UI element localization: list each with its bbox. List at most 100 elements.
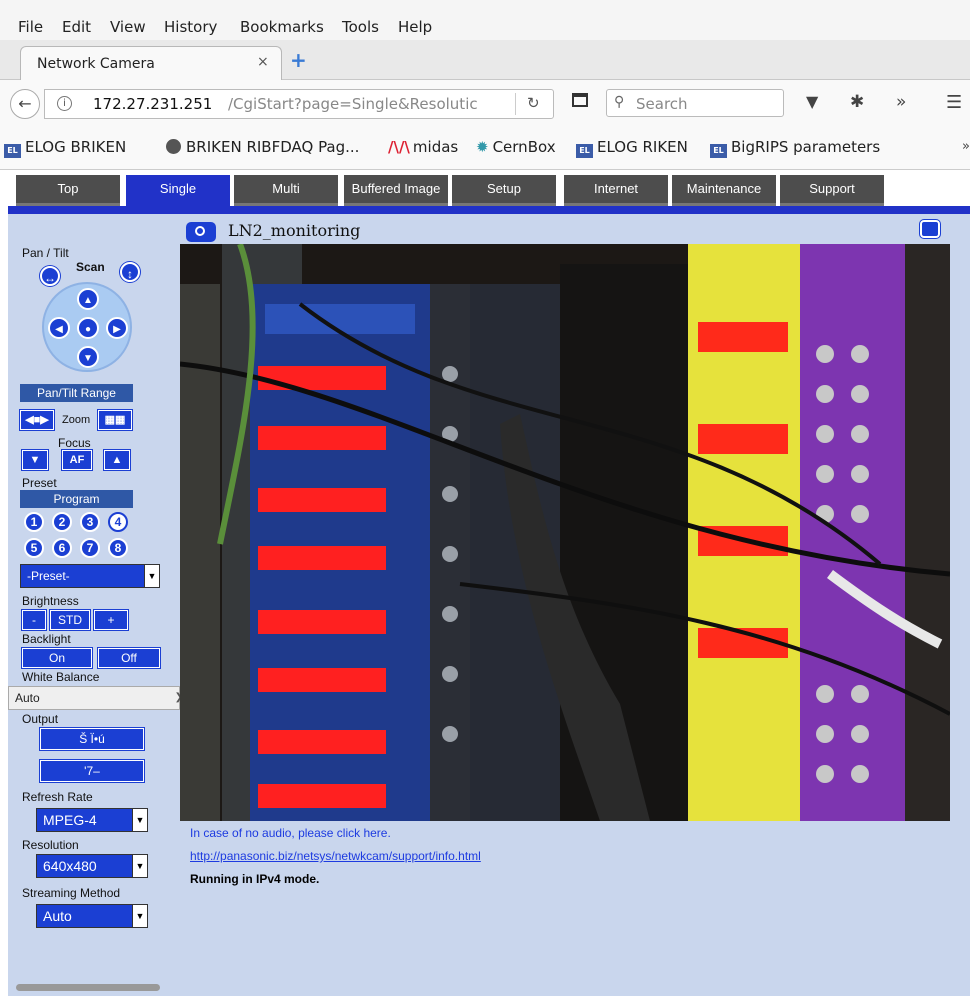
preset-6-button[interactable]: 6 bbox=[52, 538, 72, 558]
chevron-down-icon: ▼ bbox=[132, 809, 147, 831]
brightness-minus-button[interactable]: - bbox=[21, 609, 47, 631]
backlight-on-button[interactable]: On bbox=[21, 647, 93, 669]
white-balance-select[interactable]: Auto ❯ bbox=[8, 686, 183, 710]
tab-internet[interactable]: Internet bbox=[564, 175, 668, 206]
tab-multi[interactable]: Multi bbox=[234, 175, 338, 206]
focus-near-icon[interactable]: ▼ bbox=[21, 449, 49, 471]
zoom-wide-icon[interactable]: ◀■▶ bbox=[19, 409, 55, 431]
preset-1-button[interactable]: 1 bbox=[24, 512, 44, 532]
resolution-select[interactable]: 640x480 ▼ bbox=[36, 854, 148, 878]
program-button[interactable]: Program bbox=[20, 490, 133, 508]
menu-tools[interactable]: Tools bbox=[342, 18, 379, 36]
reload-icon[interactable]: ↻ bbox=[527, 94, 540, 112]
scan-horizontal-icon[interactable]: ↔ bbox=[40, 266, 60, 286]
refresh-rate-select[interactable]: MPEG-4 ▼ bbox=[36, 808, 148, 832]
tab-top[interactable]: Top bbox=[16, 175, 120, 206]
focus-far-icon[interactable]: ▲ bbox=[103, 449, 131, 471]
autofocus-button[interactable]: AF bbox=[61, 449, 93, 471]
home-position-icon[interactable]: ● bbox=[77, 317, 99, 339]
fullscreen-icon[interactable] bbox=[919, 219, 941, 239]
camera-live-image[interactable] bbox=[180, 244, 950, 821]
preset-8-button[interactable]: 8 bbox=[108, 538, 128, 558]
preset-2-button[interactable]: 2 bbox=[52, 512, 72, 532]
page-links: In case of no audio, please click here. … bbox=[190, 826, 481, 895]
info-icon[interactable]: i bbox=[57, 96, 72, 111]
preset-5-button[interactable]: 5 bbox=[24, 538, 44, 558]
pan-tilt-label: Pan / Tilt bbox=[22, 246, 69, 260]
output-label: Output bbox=[22, 712, 59, 726]
pocket-icon[interactable]: ▼ bbox=[806, 92, 818, 111]
zoom-tele-icon[interactable]: ▦▦ bbox=[97, 409, 133, 431]
horizontal-scrollbar[interactable] bbox=[16, 984, 160, 991]
browser-tab[interactable]: Network Camera × bbox=[20, 46, 282, 81]
tilt-down-icon[interactable]: ▼ bbox=[77, 346, 99, 368]
close-icon[interactable]: × bbox=[257, 54, 269, 70]
elog-icon: EL bbox=[576, 144, 593, 158]
pan-tilt-range-button[interactable]: Pan/Tilt Range bbox=[20, 384, 133, 402]
main-content: Pan / Tilt Scan ↔ ↕ ▲ ◀ ● ▶ ▼ Pan/Tilt R… bbox=[8, 214, 970, 996]
tab-support[interactable]: Support bbox=[780, 175, 884, 206]
zoom-label: Zoom bbox=[62, 414, 91, 426]
back-arrow-icon[interactable]: ← bbox=[10, 89, 40, 119]
audio-help-link[interactable]: In case of no audio, please click here. bbox=[190, 826, 481, 840]
menu-bar: File Edit View History Bookmarks Tools H… bbox=[0, 0, 970, 40]
output-button-1[interactable]: Š Ï•ú bbox=[39, 727, 145, 751]
support-link[interactable]: http://panasonic.biz/netsys/netwkcam/sup… bbox=[190, 849, 481, 863]
preset-select[interactable]: -Preset- ▼ bbox=[20, 564, 160, 588]
search-input[interactable]: ⚲ Search bbox=[606, 89, 784, 117]
menu-edit[interactable]: Edit bbox=[62, 18, 91, 36]
url-bar[interactable]: i 172.27.231.251 /CgiStart?page=Single&R… bbox=[44, 89, 554, 119]
bookmark-briken-ribfdaq[interactable]: BRIKEN RIBFDAQ Pag... bbox=[166, 138, 359, 156]
bookmark-label: CernBox bbox=[492, 138, 556, 156]
scan-vertical-icon[interactable]: ↕ bbox=[120, 262, 140, 282]
bookmark-cernbox[interactable]: ✹ CernBox bbox=[476, 138, 556, 156]
tab-setup[interactable]: Setup bbox=[452, 175, 556, 206]
ipv4-status-text: Running in IPv4 mode. bbox=[190, 872, 320, 886]
menu-bookmarks[interactable]: Bookmarks bbox=[240, 18, 324, 36]
elog-icon: EL bbox=[710, 144, 727, 158]
bookmark-midas[interactable]: /\/\ midas bbox=[388, 138, 458, 156]
preset-4-button[interactable]: 4 bbox=[108, 512, 128, 532]
navigation-bar: ← i 172.27.231.251 /CgiStart?page=Single… bbox=[0, 80, 970, 126]
gear-icon[interactable]: ✱ bbox=[850, 92, 864, 112]
cernbox-icon: ✹ bbox=[476, 138, 489, 156]
new-tab-icon[interactable]: + bbox=[290, 48, 307, 72]
tilt-up-icon[interactable]: ▲ bbox=[77, 288, 99, 310]
bookmark-elog-riken[interactable]: EL ELOG RIKEN bbox=[576, 138, 688, 158]
tab-strip: Network Camera × bbox=[0, 40, 970, 81]
overflow-chevron-icon[interactable]: » bbox=[896, 92, 906, 112]
tab-buffered-image[interactable]: Buffered Image bbox=[344, 175, 448, 206]
camera-nav-tabs: Top Single Multi Buffered Image Setup In… bbox=[8, 170, 970, 206]
pan-tilt-pad: ▲ ◀ ● ▶ ▼ bbox=[42, 282, 132, 372]
camera-snapshot-icon[interactable] bbox=[186, 222, 216, 242]
output-button-2[interactable]: '7– bbox=[39, 759, 145, 783]
menu-file[interactable]: File bbox=[18, 18, 43, 36]
tab-single[interactable]: Single bbox=[126, 175, 230, 206]
streaming-method-select[interactable]: Auto ▼ bbox=[36, 904, 148, 928]
white-balance-label: White Balance bbox=[22, 670, 100, 684]
backlight-off-button[interactable]: Off bbox=[97, 647, 161, 669]
brightness-plus-button[interactable]: + bbox=[93, 609, 129, 631]
menu-history[interactable]: History bbox=[164, 18, 217, 36]
brightness-std-button[interactable]: STD bbox=[49, 609, 91, 631]
hamburger-menu-icon[interactable]: ☰ bbox=[946, 92, 962, 113]
streaming-method-label: Streaming Method bbox=[22, 886, 121, 900]
library-icon[interactable] bbox=[572, 93, 588, 107]
chevron-down-icon: ▼ bbox=[132, 855, 147, 877]
control-panel: Pan / Tilt Scan ↔ ↕ ▲ ◀ ● ▶ ▼ Pan/Tilt R… bbox=[8, 214, 183, 996]
pan-left-icon[interactable]: ◀ bbox=[48, 317, 70, 339]
tab-maintenance[interactable]: Maintenance bbox=[672, 175, 776, 206]
chevron-down-icon: ▼ bbox=[144, 565, 159, 587]
bookmark-elog-briken[interactable]: EL ELOG BRIKEN bbox=[4, 138, 126, 158]
bookmark-label: ELOG RIKEN bbox=[597, 138, 688, 156]
bookmark-bigrips[interactable]: EL BigRIPS parameters bbox=[710, 138, 880, 158]
preset-3-button[interactable]: 3 bbox=[80, 512, 100, 532]
bookmarks-toolbar: EL ELOG BRIKEN BRIKEN RIBFDAQ Pag... /\/\… bbox=[0, 126, 970, 170]
bookmarks-overflow-icon[interactable]: » bbox=[962, 139, 970, 154]
pan-right-icon[interactable]: ▶ bbox=[106, 317, 128, 339]
scan-label: Scan bbox=[76, 260, 105, 274]
menu-view[interactable]: View bbox=[110, 18, 146, 36]
menu-help[interactable]: Help bbox=[398, 18, 432, 36]
preset-7-button[interactable]: 7 bbox=[80, 538, 100, 558]
focus-label: Focus bbox=[58, 436, 91, 450]
